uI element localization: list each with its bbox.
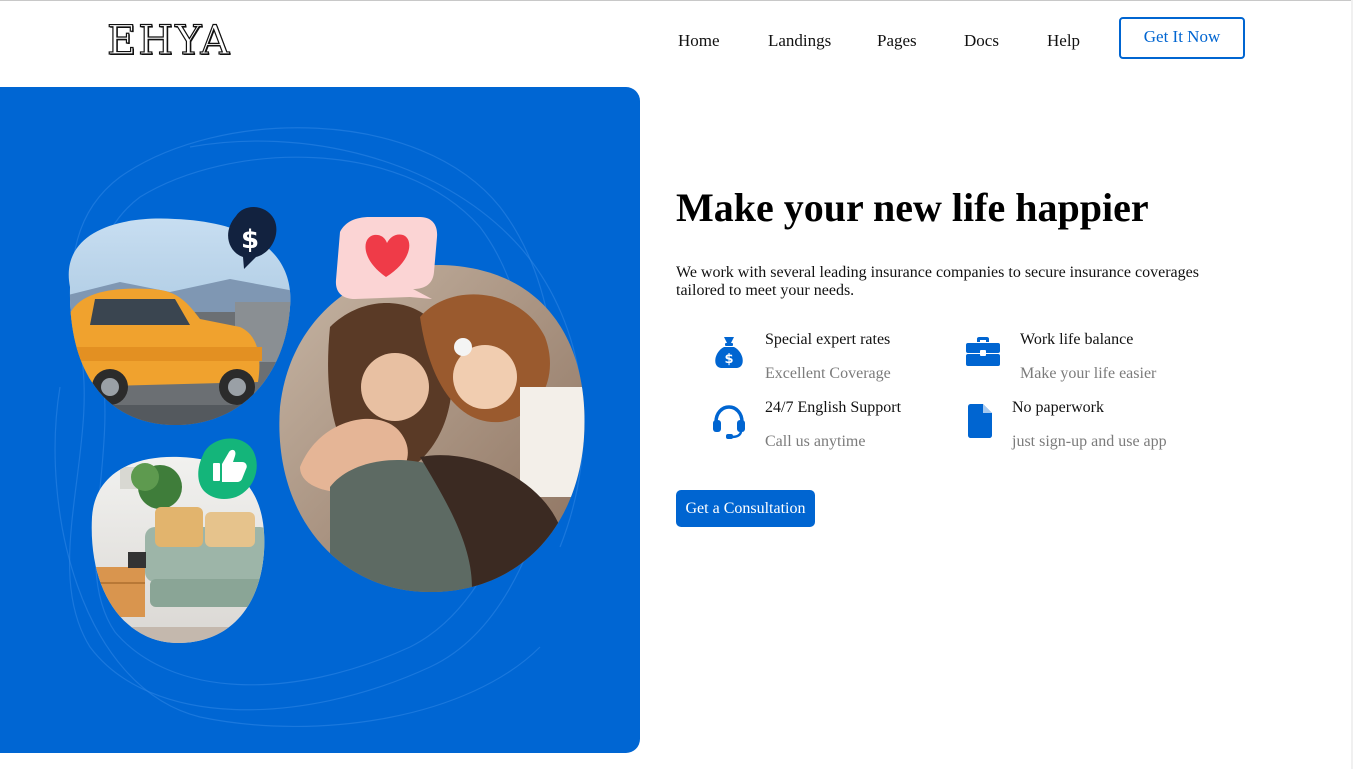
nav-help[interactable]: Help [1047,31,1080,51]
brand-logo[interactable]: EHYA [106,17,231,64]
feature-title: Work life balance [1020,331,1134,348]
hero-illustration: $ [54,127,585,728]
site-header: EHYA Home Landings Pages Docs Help Get I… [0,1,1353,81]
feature-title: 24/7 English Support [765,399,902,416]
money-bag-icon: $ [715,337,743,368]
briefcase-icon [966,337,1000,366]
hero-headline: Make your new life happier [676,185,1149,230]
get-consultation-button[interactable]: Get a Consultation [676,490,815,527]
feature-title: Special expert rates [765,331,891,348]
feature-title: No paperwork [1012,399,1104,416]
hero-lead-text: We work with several leading insurance c… [676,264,1199,299]
nav-landings[interactable]: Landings [768,31,831,51]
feature-subtitle: Excellent Coverage [765,365,891,382]
feature-subtitle: Call us anytime [765,433,866,450]
heart-chat-bubble [335,217,438,299]
headset-icon [713,405,745,439]
feature-subtitle: Make your life easier [1020,365,1157,382]
feature-subtitle: just sign-up and use app [1012,433,1167,450]
dollar-symbol: $ [241,225,259,255]
svg-text:$: $ [724,352,733,367]
nav-docs[interactable]: Docs [964,31,999,51]
nav-home[interactable]: Home [678,31,720,51]
get-it-now-button[interactable]: Get It Now [1119,17,1245,59]
hero-illustration-panel: $ [0,87,640,753]
family-photo [279,265,585,592]
nav-pages[interactable]: Pages [877,31,917,51]
document-icon [968,404,992,438]
